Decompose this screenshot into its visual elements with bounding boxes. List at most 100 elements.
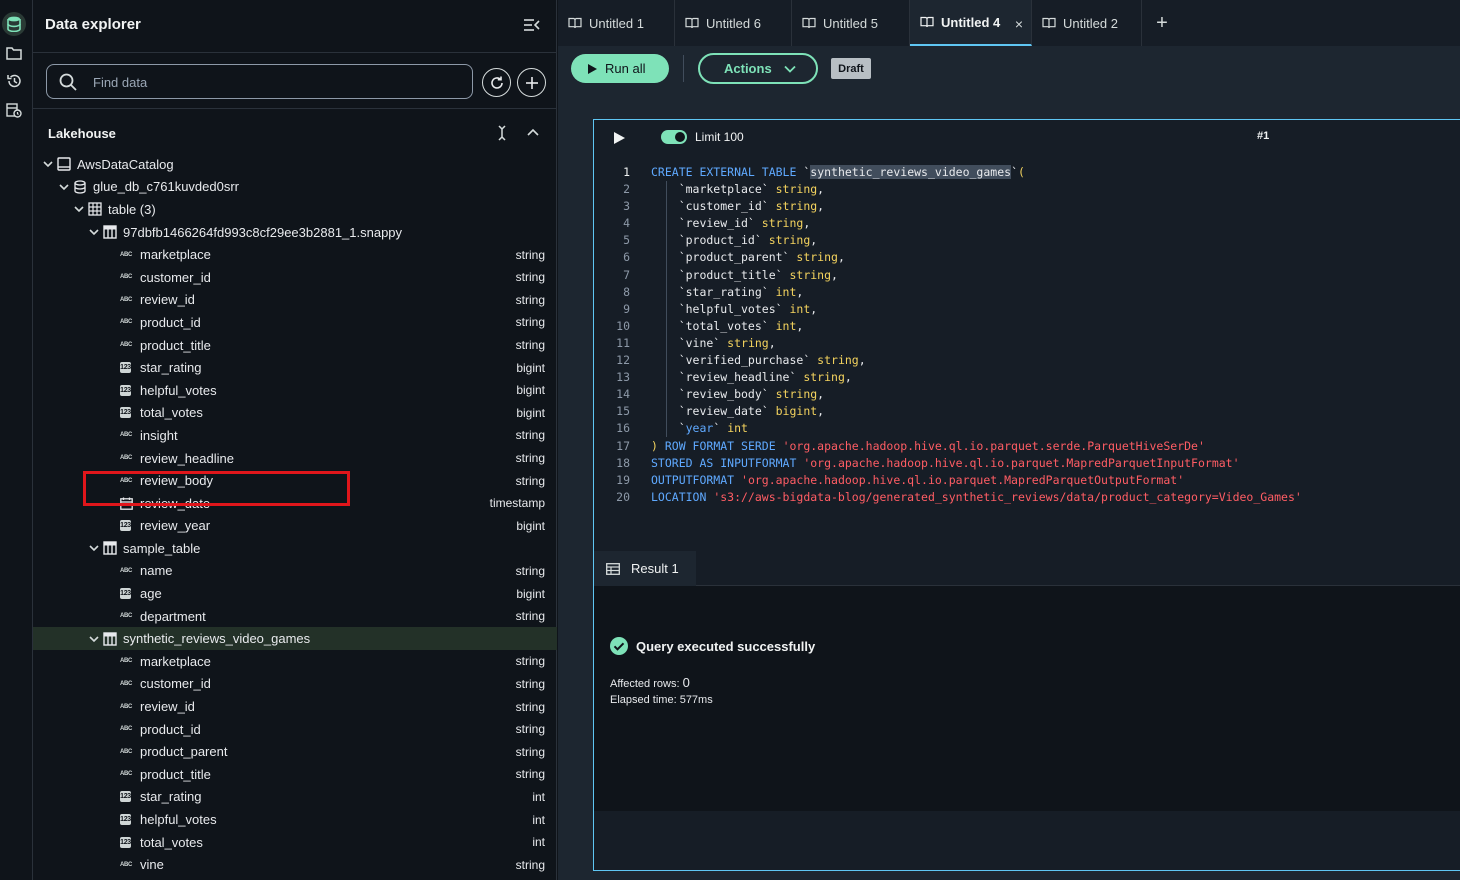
column-type: string — [515, 722, 545, 737]
tree-catalog[interactable]: AwsDataCatalog — [33, 153, 557, 176]
tab-untitled-6[interactable]: Untitled 6 — [675, 0, 792, 46]
column-type: string — [515, 699, 545, 714]
tree-column[interactable]: ABC marketplace string — [33, 243, 557, 266]
tree-column[interactable]: ABC department string — [33, 605, 557, 628]
column-name: helpful_votes — [140, 382, 217, 398]
query-cell: Limit 100 #1 1 CREATE EXTERNAL TABLE `syn… — [593, 119, 1460, 871]
elapsed-time: Elapsed time: 577ms — [610, 694, 713, 706]
column-name: vine — [140, 857, 164, 873]
tree-table[interactable]: 97dbfb1466264fd993c8cf29ee3b2881_1.snapp… — [33, 221, 557, 244]
scheduled-icon[interactable] — [2, 98, 26, 122]
calendar-icon — [119, 497, 133, 510]
run-cell-icon[interactable] — [612, 131, 626, 145]
tab-untitled-5[interactable]: Untitled 5 — [792, 0, 910, 46]
tree-column[interactable]: ABC product_id string — [33, 311, 557, 334]
tree-table[interactable]: synthetic_reviews_video_games — [33, 627, 557, 651]
close-icon[interactable]: × — [1015, 16, 1023, 32]
chevron-up-icon[interactable] — [526, 125, 540, 141]
expand-collapse-all-icon[interactable] — [495, 125, 509, 141]
tree-column[interactable]: 123 review_year bigint — [33, 515, 557, 538]
add-connection-button[interactable] — [517, 68, 546, 97]
line-number: 20 — [616, 489, 630, 504]
search-input[interactable] — [93, 71, 453, 93]
refresh-button[interactable] — [482, 68, 511, 97]
new-tab-plus-icon[interactable]: + — [1142, 0, 1182, 46]
line-number: 18 — [616, 455, 630, 470]
tree-column[interactable]: ABC marketplace string — [33, 650, 557, 673]
tree-column[interactable]: review_date timestamp — [33, 492, 557, 515]
line-number: 5 — [623, 233, 630, 248]
tree-column[interactable]: ABC review_body string — [33, 469, 557, 492]
database-label: glue_db_c761kuvded0srr — [93, 179, 239, 195]
table-icon — [103, 225, 117, 239]
column-name: customer_id — [140, 676, 211, 692]
collapse-panel-icon[interactable] — [523, 16, 543, 36]
chevron-down-icon[interactable] — [88, 633, 100, 645]
tab-untitled-4[interactable]: Untitled 4 × — [910, 0, 1032, 46]
tree-column[interactable]: ABC review_id string — [33, 289, 557, 312]
tab-untitled-1[interactable]: Untitled 1 — [558, 0, 675, 46]
string-type-icon: ABC — [119, 703, 133, 710]
chevron-down-icon[interactable] — [58, 181, 70, 193]
limit-toggle[interactable] — [661, 130, 687, 144]
code-token: int — [727, 421, 748, 436]
tree-column[interactable]: 123 total_votes int — [33, 831, 557, 854]
tree-column[interactable]: 123 helpful_votes int — [33, 808, 557, 831]
lakehouse-tree: AwsDataCatalog glue_db_c761kuvded0srrtabl… — [33, 153, 557, 880]
tree-column[interactable]: ABC product_parent string — [33, 740, 557, 763]
code-token: string — [775, 387, 818, 402]
tree-column[interactable]: 123 star_rating int — [33, 786, 557, 809]
tree-column[interactable]: ABC product_title string — [33, 334, 557, 357]
tree-column[interactable]: ABC customer_id string — [33, 673, 557, 696]
tree-tables-group[interactable]: table (3) — [33, 198, 557, 221]
result-tab[interactable]: Result 1 — [594, 551, 696, 586]
tree-column[interactable]: 123 age bigint — [33, 582, 557, 605]
string-type-icon: ABC — [119, 658, 133, 665]
code-line: 10 `total_votes` int, — [594, 318, 1460, 335]
lakehouse-title: Lakehouse — [48, 126, 116, 141]
tree-column[interactable]: ABC name string — [33, 560, 557, 583]
run-all-button[interactable]: Run all — [571, 54, 669, 83]
column-type: int — [532, 835, 545, 850]
code-token: int — [789, 301, 811, 316]
chevron-down-icon[interactable] — [42, 158, 54, 170]
code-token: `star_rating` — [651, 284, 776, 299]
column-type: string — [515, 654, 545, 669]
database-icon[interactable] — [2, 12, 26, 36]
tree-column[interactable]: 123 total_votes bigint — [33, 402, 557, 425]
chevron-down-icon[interactable] — [73, 203, 85, 215]
history-icon[interactable] — [2, 69, 26, 93]
tree-column[interactable]: 123 helpful_votes bigint — [33, 379, 557, 402]
chevron-down-icon[interactable] — [88, 226, 100, 238]
column-type: string — [515, 473, 545, 488]
run-all-label: Run all — [605, 61, 646, 76]
code-token: `vine` — [651, 335, 728, 350]
tree-column[interactable]: 123 star_rating bigint — [33, 356, 557, 379]
sql-editor[interactable]: 1 CREATE EXTERNAL TABLE `synthetic_review… — [594, 164, 1460, 514]
code-token: string — [761, 216, 804, 231]
tree-column[interactable]: ABC review_id string — [33, 695, 557, 718]
tab-label: Untitled 2 — [1063, 15, 1118, 31]
tree-database[interactable]: glue_db_c761kuvded0srr — [33, 176, 557, 199]
code-line: 7 `product_title` string, — [594, 267, 1460, 284]
folder-icon[interactable] — [2, 41, 26, 65]
tree-column[interactable]: ABC vine string — [33, 853, 557, 876]
tab-untitled-2[interactable]: Untitled 2 — [1032, 0, 1142, 46]
toolbar-divider — [683, 55, 684, 82]
tab-label: Untitled 4 — [941, 14, 1001, 30]
actions-dropdown-button[interactable]: Actions — [698, 53, 818, 84]
tree-table[interactable]: sample_table — [33, 537, 557, 560]
tree-column[interactable]: ABC review_headline string — [33, 447, 557, 470]
tree-column[interactable]: ABC product_title string — [33, 763, 557, 786]
line-number: 17 — [616, 438, 630, 453]
left-rail — [0, 0, 33, 880]
column-type: bigint — [516, 360, 545, 375]
tree-column[interactable]: ABC customer_id string — [33, 266, 557, 289]
chevron-down-icon[interactable] — [88, 542, 100, 554]
tree-column[interactable]: ABC insight string — [33, 424, 557, 447]
line-number: 9 — [623, 301, 630, 316]
code-line: 18 STORED AS INPUTFORMAT 'org.apache.hado… — [594, 455, 1460, 472]
chevron-down-icon — [784, 65, 796, 73]
code-token: , — [817, 199, 825, 214]
tree-column[interactable]: ABC product_id string — [33, 718, 557, 741]
